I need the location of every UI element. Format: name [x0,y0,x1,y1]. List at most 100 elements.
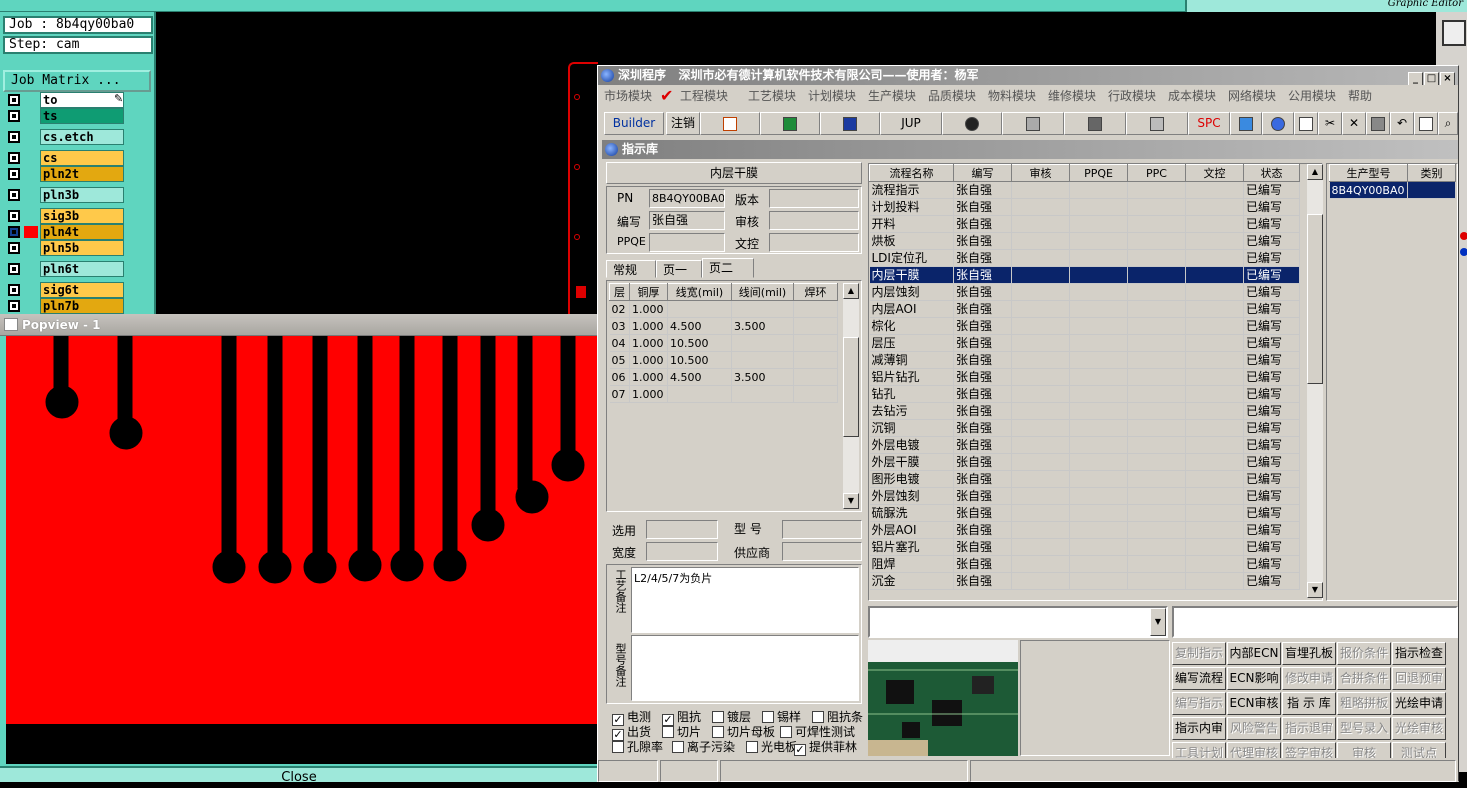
table-cell[interactable] [1185,402,1244,420]
table-cell[interactable] [1127,572,1186,590]
table-cell[interactable] [1127,504,1186,522]
table-cell[interactable]: 张自强 [953,266,1012,284]
table-cell[interactable]: 已编写 [1243,300,1300,318]
function-button[interactable]: 指示检查 [1392,642,1446,665]
table-cell[interactable] [1185,538,1244,556]
scroll-down-icon[interactable]: ▼ [843,493,859,509]
table-cell[interactable]: 沉铜 [869,419,954,437]
table-cell[interactable] [1011,521,1070,539]
table-cell[interactable]: 06 [609,368,630,386]
width-field[interactable] [646,542,718,561]
table-cell[interactable]: 已编写 [1243,198,1300,216]
table-cell[interactable]: 已编写 [1243,351,1300,369]
table-cell[interactable] [1069,504,1128,522]
ppt-icon[interactable] [700,112,760,135]
function-button[interactable]: 指示退审 [1282,717,1336,740]
table-cell[interactable] [1127,521,1186,539]
layer-name[interactable]: to [40,92,124,108]
table-cell[interactable] [1185,266,1244,284]
table-cell[interactable] [1185,283,1244,301]
table-cell[interactable] [1185,334,1244,352]
table-cell[interactable]: 张自强 [953,249,1012,267]
column-header[interactable]: 流程名称 [869,164,954,182]
table-cell[interactable] [1127,266,1186,284]
table-cell[interactable] [1127,419,1186,437]
table-cell[interactable] [1127,283,1186,301]
table-cell[interactable]: 3.500 [731,368,794,386]
table-cell[interactable] [1069,266,1128,284]
layer-table-scrollbar[interactable]: ▲ ▼ [843,283,859,509]
table-cell[interactable]: 已编写 [1243,385,1300,403]
table-cell[interactable] [1127,453,1186,471]
table-row[interactable]: 钻孔 张自强 已编写 [869,385,1300,403]
scroll-up-icon[interactable]: ▲ [1307,164,1323,180]
table-cell[interactable] [1011,317,1070,335]
table-cell[interactable]: 已编写 [1243,555,1300,573]
menu-item[interactable]: 生产模块 [868,87,916,104]
function-button[interactable]: 指示内审 [1172,717,1226,740]
layer-name[interactable]: sig3b [40,208,124,224]
doc-control-field[interactable] [769,233,859,252]
select-field[interactable] [646,520,718,539]
table-cell[interactable] [1069,300,1128,318]
layer-checkbox[interactable] [8,131,20,143]
table-cell[interactable]: 张自强 [953,572,1012,590]
layer-row[interactable]: cs.etch [6,129,126,145]
table-cell[interactable] [1069,453,1128,471]
layer-name[interactable]: ts [40,108,124,124]
layer-name[interactable]: pln7b [40,298,124,314]
table-cell[interactable] [1185,232,1244,250]
table-row[interactable]: LDI定位孔 张自强 已编写 [869,249,1300,267]
table-cell[interactable]: 张自强 [953,181,1012,199]
table-cell[interactable]: 张自强 [953,521,1012,539]
table-cell[interactable] [1185,215,1244,233]
table-cell[interactable]: 已编写 [1243,368,1300,386]
logout-button[interactable]: 注销 [666,112,700,135]
popview-canvas[interactable] [6,336,598,764]
checkbox-box[interactable] [612,741,624,753]
delete-icon[interactable]: ✕ [1342,112,1366,135]
table-cell[interactable] [1185,198,1244,216]
table-cell[interactable]: 张自强 [953,198,1012,216]
table-row[interactable]: 03 1.000 4.500 3.500 [609,317,838,335]
table-cell[interactable]: 张自强 [953,436,1012,454]
table-cell[interactable] [1011,385,1070,403]
layer-checkbox[interactable] [8,210,20,222]
refresh-icon[interactable] [1230,112,1262,135]
save-icon[interactable] [1366,112,1390,135]
review-field[interactable] [769,211,859,230]
table-cell[interactable]: 烘板 [869,232,954,250]
close-button[interactable]: Close [0,766,598,785]
table-cell[interactable]: 1.000 [629,385,668,403]
table-cell[interactable]: 10.500 [667,351,732,369]
table-cell[interactable] [1127,334,1186,352]
table-cell[interactable]: 已编写 [1243,181,1300,199]
table-cell[interactable] [1069,198,1128,216]
table-cell[interactable] [1069,334,1128,352]
layer-checkbox[interactable] [8,242,20,254]
layer-checkbox[interactable] [8,226,20,238]
table-cell[interactable]: 开料 [869,215,954,233]
table-cell[interactable]: 铝片塞孔 [869,538,954,556]
column-header[interactable]: 类别 [1407,164,1456,182]
table-cell[interactable]: 已编写 [1243,249,1300,267]
table-row[interactable]: 开料 张自强 已编写 [869,215,1300,233]
table-cell[interactable] [1127,555,1186,573]
table-cell[interactable]: 张自强 [953,504,1012,522]
table-cell[interactable] [1011,249,1070,267]
table-cell[interactable]: 张自强 [953,470,1012,488]
function-button[interactable]: 复制指示 [1172,642,1226,665]
option-checkbox[interactable]: ✓ 阻抗 [662,710,701,726]
checkbox-box[interactable] [672,741,684,753]
undo-icon[interactable]: ↶ [1390,112,1414,135]
table-row[interactable]: 去钻污 张自强 已编写 [869,402,1300,420]
option-checkbox[interactable]: ✓ 出货 [612,725,651,741]
menu-item[interactable]: 维修模块 [1048,87,1096,104]
checkbox-box[interactable] [712,711,724,723]
table-row[interactable]: 06 1.000 4.500 3.500 [609,368,838,386]
table-cell[interactable]: 已编写 [1243,487,1300,505]
table-row[interactable]: 硫脲洗 张自强 已编写 [869,504,1300,522]
scroll-thumb[interactable] [843,337,859,437]
supplier-field[interactable] [782,542,862,561]
table-row[interactable]: 外层AOI 张自强 已编写 [869,521,1300,539]
